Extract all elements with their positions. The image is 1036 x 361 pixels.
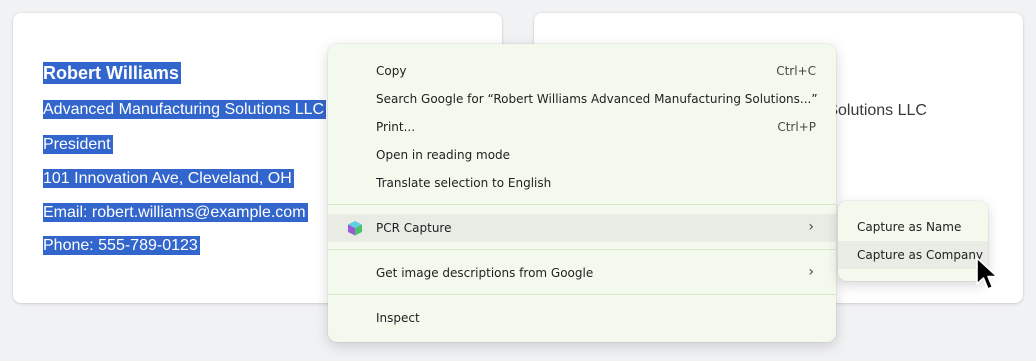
contact-name: Robert Williams [43, 62, 181, 84]
menu-item-copy-shortcut: Ctrl+C [776, 64, 816, 78]
selected-company-text: Advanced Manufacturing Solutions LLC [43, 100, 327, 119]
submenu-item-capture-name-label: Capture as Name [857, 220, 962, 234]
menu-item-copy-label: Copy [376, 64, 407, 78]
menu-item-search-google[interactable]: Search Google for “Robert Williams Advan… [328, 85, 836, 113]
contact-title: President [43, 135, 113, 154]
menu-separator [328, 294, 836, 295]
contact-company: Advanced Manufacturing Solutions LLC [43, 100, 327, 119]
menu-item-translate[interactable]: Translate selection to English [328, 169, 836, 197]
submenu-item-capture-company[interactable]: Capture as Company [838, 241, 988, 269]
menu-item-inspect[interactable]: Inspect [328, 304, 836, 332]
menu-item-reading-mode-label: Open in reading mode [376, 148, 511, 162]
selected-email-text: Email: robert.williams@example.com [43, 203, 308, 222]
menu-item-print-label: Print... [376, 120, 416, 134]
menu-separator [328, 249, 836, 250]
menu-item-translate-label: Translate selection to English [376, 176, 552, 190]
menu-item-pcr-capture[interactable]: PCR Capture › [328, 214, 836, 242]
menu-item-search-label: Search Google for “Robert Williams Advan… [376, 92, 818, 106]
contact-phone: Phone: 555-789-0123 [43, 236, 200, 255]
selected-address-text: 101 Innovation Ave, Cleveland, OH [43, 169, 294, 188]
menu-item-image-descriptions-label: Get image descriptions from Google [376, 266, 594, 280]
menu-item-image-descriptions[interactable]: Get image descriptions from Google › [328, 259, 836, 287]
submenu-item-capture-company-label: Capture as Company [857, 248, 984, 262]
selected-name-text: Robert Williams [43, 62, 181, 84]
cube-icon [348, 221, 362, 236]
menu-separator [328, 204, 836, 205]
menu-item-copy[interactable]: Copy Ctrl+C [328, 57, 836, 85]
mouse-cursor-icon [976, 257, 998, 290]
chevron-right-icon: › [808, 264, 814, 280]
selected-title-text: President [43, 135, 113, 154]
menu-item-print-shortcut: Ctrl+P [777, 120, 816, 134]
context-menu: Copy Ctrl+C Search Google for “Robert Wi… [328, 44, 836, 342]
contact-email: Email: robert.williams@example.com [43, 203, 308, 222]
menu-item-reading-mode[interactable]: Open in reading mode [328, 141, 836, 169]
pcr-capture-submenu: Capture as Name Capture as Company [838, 201, 988, 281]
menu-item-pcr-capture-label: PCR Capture [376, 221, 452, 235]
chevron-right-icon: › [808, 219, 814, 235]
selected-phone-text: Phone: 555-789-0123 [43, 236, 200, 255]
submenu-item-capture-name[interactable]: Capture as Name [838, 213, 988, 241]
menu-item-print[interactable]: Print... Ctrl+P [328, 113, 836, 141]
menu-item-inspect-label: Inspect [376, 311, 420, 325]
contact-address: 101 Innovation Ave, Cleveland, OH [43, 169, 294, 188]
